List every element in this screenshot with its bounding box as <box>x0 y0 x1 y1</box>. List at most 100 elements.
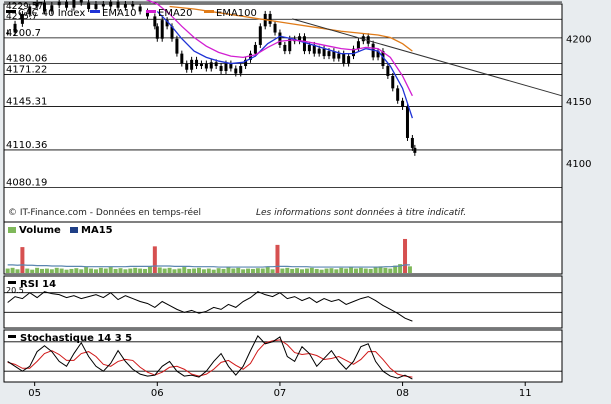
legend-label-rsi: RSI 14 <box>20 279 56 290</box>
volume-bar <box>319 269 324 273</box>
legend-swatch-ema20 <box>146 10 156 13</box>
price-candle-body <box>307 44 311 52</box>
volume-bar <box>40 268 45 273</box>
volume-bar <box>147 266 152 273</box>
volume-bar <box>93 269 98 273</box>
legend-swatch-rsi <box>8 281 16 284</box>
price-candle-body <box>180 53 184 64</box>
price-candle-body <box>391 75 395 89</box>
price-candle-body <box>190 59 194 70</box>
volume-bar <box>59 268 64 273</box>
volume-bar <box>295 268 300 273</box>
rsi-top-label: 20.5 <box>6 286 24 295</box>
legend-swatch-ma15 <box>70 227 78 233</box>
price-candle-body <box>116 1 120 8</box>
price-candle-body <box>268 13 272 24</box>
volume-bar <box>285 267 290 273</box>
price-candle-body <box>224 63 228 71</box>
volume-bar <box>290 268 295 273</box>
price-candle-body <box>258 26 262 45</box>
price-candle-body <box>410 137 414 148</box>
volume-bar <box>98 267 103 273</box>
volume-bar <box>221 268 226 273</box>
volume-bar <box>314 268 319 273</box>
volume-bar <box>344 268 349 273</box>
price-candle-body <box>327 51 331 57</box>
volume-bar <box>25 268 30 273</box>
price-candle-body <box>209 62 213 69</box>
volume-bar <box>143 268 148 273</box>
legend-label-ema10: EMA10 <box>102 8 137 19</box>
volume-bar <box>187 268 192 273</box>
volume-bar <box>334 269 339 273</box>
volume-bar <box>206 268 211 273</box>
level-label: 4080.19 <box>6 177 47 188</box>
volume-bar <box>260 268 265 273</box>
volume-bar <box>383 267 388 273</box>
level-label: 4110.36 <box>6 140 47 151</box>
x-tick-label: 08 <box>396 388 409 399</box>
volume-bar <box>133 267 138 273</box>
volume-bar <box>113 268 118 273</box>
price-candle-body <box>396 88 400 101</box>
price-candle-body <box>138 6 142 12</box>
volume-bar <box>270 269 275 273</box>
price-candle-body <box>239 66 243 74</box>
price-candle-body <box>175 38 179 54</box>
price-candle-body <box>413 147 417 153</box>
price-candle-body <box>65 1 69 8</box>
volume-bar <box>10 267 15 273</box>
volume-bar <box>280 268 285 273</box>
volume-bar <box>89 268 94 273</box>
price-candle-body <box>317 48 321 54</box>
y-tick-label: 4150 <box>566 97 591 108</box>
volume-bar <box>123 269 128 273</box>
legend-swatch-cac40 <box>6 10 16 13</box>
volume-bar <box>407 266 412 273</box>
price-candle-body <box>253 44 257 54</box>
volume-bar <box>30 269 35 273</box>
legend-label-ema20: EMA20 <box>158 8 193 19</box>
price-candle-body <box>278 32 282 45</box>
price-candle-body <box>356 41 360 49</box>
volume-bar <box>201 269 206 273</box>
volume-bar <box>216 268 221 273</box>
volume-bar <box>368 268 373 273</box>
x-tick-label: 05 <box>28 388 41 399</box>
volume-bar <box>241 269 246 273</box>
price-candle-body <box>109 1 113 7</box>
price-candle-body <box>185 63 189 70</box>
price-candle-body <box>204 63 208 69</box>
volume-bar <box>138 268 143 273</box>
legend-label-cac40: CAC 40 Index <box>18 8 85 19</box>
volume-bar <box>172 269 177 273</box>
price-candle-body <box>273 23 277 33</box>
price-candle-body <box>302 36 306 52</box>
volume-bar <box>103 268 108 273</box>
price-candle-body <box>160 20 164 39</box>
volume-bar <box>196 267 201 273</box>
volume-bar <box>300 269 305 273</box>
rsi-panel <box>3 275 563 329</box>
price-candle-body <box>72 0 76 8</box>
legend-swatch-stochastic <box>8 335 16 338</box>
volume-bar <box>329 268 334 273</box>
volume-bar <box>353 268 358 273</box>
volume-bar <box>304 268 309 273</box>
price-candle-body <box>195 59 199 67</box>
volume-bar <box>403 238 408 273</box>
volume-bar <box>309 267 314 273</box>
volume-bar <box>388 268 393 273</box>
price-candle-body <box>405 106 409 138</box>
disclaimer-text: Les informations sont données à titre in… <box>256 207 466 218</box>
price-candle-body <box>153 16 157 27</box>
price-candle-body <box>283 44 287 52</box>
level-label: 4145.31 <box>6 97 47 108</box>
volume-bar <box>250 268 255 273</box>
price-candle-body <box>219 66 223 71</box>
price-candle-body <box>131 4 135 7</box>
volume-bar <box>211 269 216 273</box>
price-candle-body <box>234 68 238 74</box>
level-label: 4180.06 <box>6 53 47 64</box>
volume-bar <box>35 267 40 273</box>
